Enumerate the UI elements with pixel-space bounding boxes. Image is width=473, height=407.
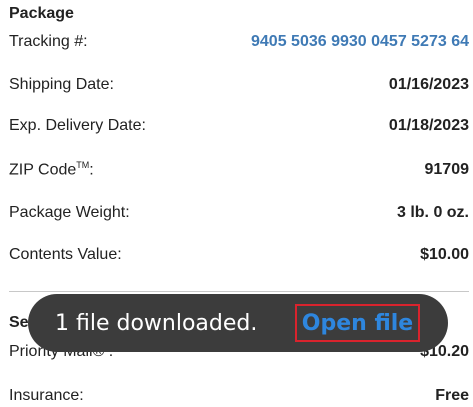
zip-code-label-colon: : — [89, 161, 94, 179]
zip-code-label-text: ZIP Code — [9, 161, 77, 179]
package-weight-label: Package Weight: — [9, 204, 130, 221]
shipping-date-row: Shipping Date: 01/16/2023 — [9, 74, 469, 96]
shipping-details-page: Package Tracking #: 9405 5036 9930 0457 … — [0, 0, 473, 407]
contents-value-row: Contents Value: $10.00 — [9, 244, 469, 266]
tracking-label: Tracking #: — [9, 33, 88, 50]
shipping-date-value: 01/16/2023 — [388, 76, 469, 93]
delivery-date-value: 01/18/2023 — [388, 117, 469, 134]
tracking-number-link[interactable]: 9405 5036 9930 0457 5273 64 — [251, 33, 469, 51]
package-section-title: Package — [9, 5, 74, 22]
trademark-mark: TM — [76, 160, 90, 171]
contents-value-label: Contents Value: — [9, 246, 122, 263]
delivery-date-label: Exp. Delivery Date: — [9, 117, 146, 134]
shipping-date-label: Shipping Date: — [9, 76, 114, 93]
zip-code-value: 91709 — [424, 161, 470, 178]
package-weight-row: Package Weight: 3 lb. 0 oz. — [9, 202, 469, 224]
zip-code-label: ZIP CodeTM: — [9, 160, 94, 179]
section-divider — [9, 291, 469, 292]
zip-code-row: ZIP CodeTM: 91709 — [9, 159, 469, 181]
contents-value-amount: $10.00 — [420, 246, 469, 263]
download-toast: 1 file downloaded. Open file — [28, 294, 448, 352]
toast-message: 1 file downloaded. — [55, 310, 258, 336]
package-weight-value: 3 lb. 0 oz. — [396, 204, 469, 221]
delivery-date-row: Exp. Delivery Date: 01/18/2023 — [9, 115, 469, 137]
insurance-value: Free — [435, 387, 469, 404]
tracking-row: Tracking #: 9405 5036 9930 0457 5273 64 — [9, 31, 469, 53]
insurance-label: Insurance: — [9, 387, 84, 404]
open-file-button[interactable]: Open file — [295, 304, 420, 342]
insurance-row: Insurance: Free — [9, 385, 469, 407]
